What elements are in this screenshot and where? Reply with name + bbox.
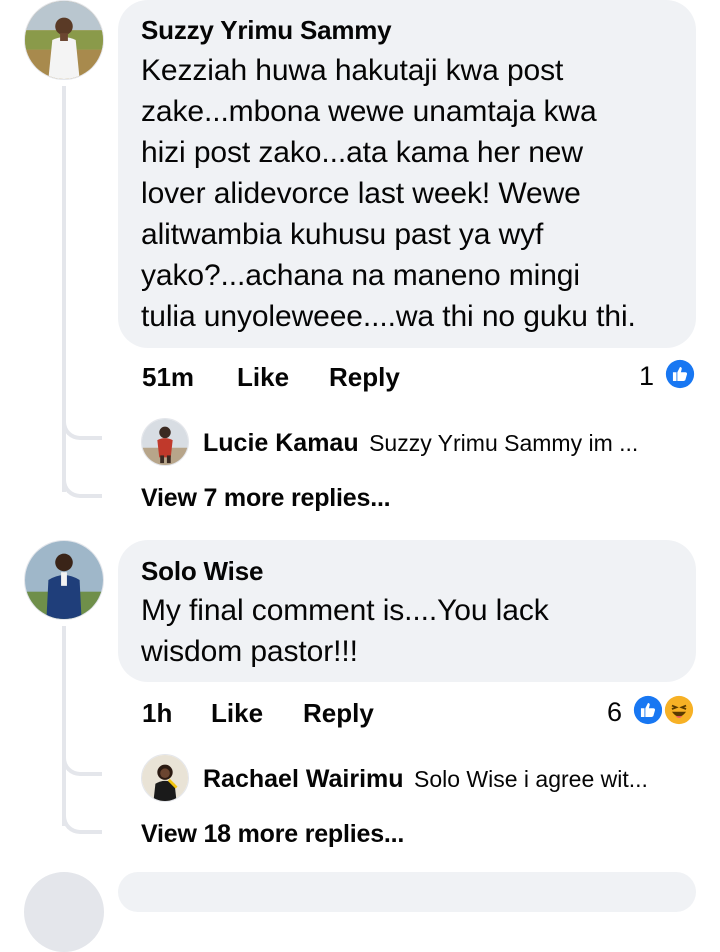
comment-timestamp[interactable]: 51m bbox=[142, 362, 194, 392]
comment-author[interactable]: Suzzy Yrimu Sammy bbox=[141, 15, 392, 45]
view-more-replies[interactable]: View 7 more replies... bbox=[141, 483, 391, 513]
reply-button[interactable]: Reply bbox=[329, 362, 400, 392]
comment-line: zake...mbona wewe unamtaja kwa bbox=[141, 95, 597, 128]
like-button[interactable]: Like bbox=[237, 362, 289, 392]
solo-profile-photo bbox=[25, 541, 103, 619]
view-more-replies[interactable]: View 18 more replies... bbox=[141, 819, 404, 849]
reply-author[interactable]: Rachael Wairimu bbox=[203, 765, 404, 793]
comment-text: Kezziah huwa hakutaji kwa post zake...mb… bbox=[141, 50, 636, 337]
comment-line: yako?...achana na maneno mingi bbox=[141, 259, 580, 292]
lucie-profile-photo bbox=[142, 419, 188, 465]
reaction-count[interactable]: 1 bbox=[639, 361, 654, 391]
comment-text: My final comment is....You lack wisdom p… bbox=[141, 590, 549, 672]
comment-line: Kezziah huwa hakutaji kwa post bbox=[141, 54, 564, 87]
comment-timestamp[interactable]: 1h bbox=[142, 698, 172, 728]
next-comment-bubble[interactable] bbox=[118, 872, 696, 912]
reply-author[interactable]: Lucie Kamau bbox=[203, 429, 359, 457]
reply-button[interactable]: Reply bbox=[303, 698, 374, 728]
comment-line: lover alidevorce last week! Wewe bbox=[141, 177, 581, 210]
avatar-suzzy[interactable] bbox=[24, 0, 104, 80]
comment-line: hizi post zako...ata kama her new bbox=[141, 136, 583, 169]
like-icon bbox=[631, 693, 665, 727]
avatar-solo[interactable] bbox=[24, 540, 104, 620]
reply-preview[interactable]: Rachael Wairimu Solo Wise i agree wit... bbox=[203, 764, 648, 798]
reaction-count[interactable]: 6 bbox=[607, 697, 622, 727]
avatar-rachael[interactable] bbox=[141, 754, 189, 802]
comment-line: alitwambia kuhusu past ya wyf bbox=[141, 218, 544, 251]
comment-line: wisdom pastor!!! bbox=[141, 635, 358, 668]
rachael-profile-photo bbox=[142, 755, 188, 801]
reply-snippet: Suzzy Yrimu Sammy im ... bbox=[369, 430, 639, 456]
thread-branch bbox=[62, 794, 102, 834]
suzzy-profile-photo bbox=[25, 1, 103, 79]
like-button[interactable]: Like bbox=[211, 698, 263, 728]
reply-preview[interactable]: Lucie Kamau Suzzy Yrimu Sammy im ... bbox=[203, 428, 638, 462]
thread-branch bbox=[62, 458, 102, 498]
thread-branch bbox=[62, 400, 102, 440]
like-icon bbox=[663, 357, 697, 391]
comment-author[interactable]: Solo Wise bbox=[141, 556, 263, 586]
avatar-next-comment[interactable] bbox=[24, 872, 104, 952]
comment-line: tulia unyoleweee....wa thi no guku thi. bbox=[141, 300, 636, 333]
avatar-lucie[interactable] bbox=[141, 418, 189, 466]
thread-branch bbox=[62, 736, 102, 776]
comment-line: My final comment is....You lack bbox=[141, 594, 549, 627]
haha-icon bbox=[662, 693, 696, 727]
reply-snippet: Solo Wise i agree wit... bbox=[413, 766, 648, 792]
